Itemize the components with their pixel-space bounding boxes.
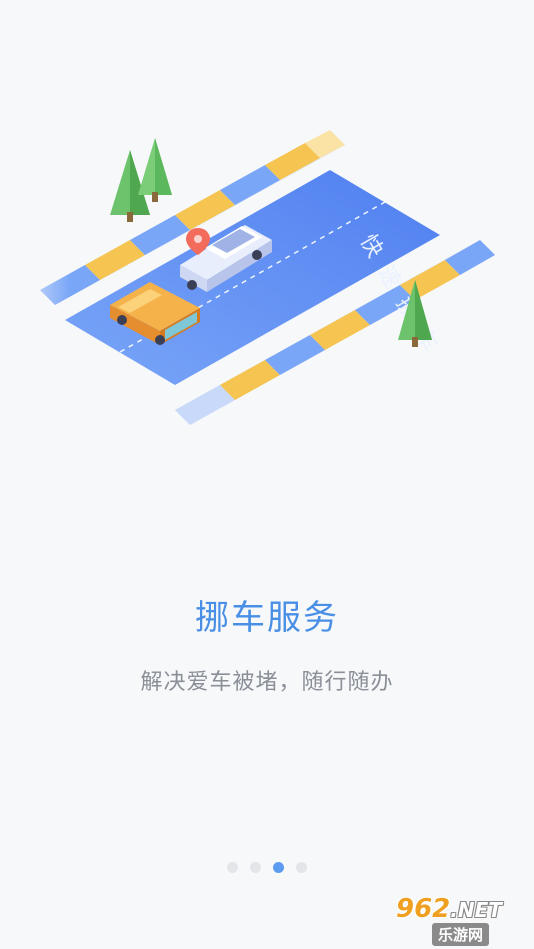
- watermark-label: 乐游网: [432, 923, 490, 946]
- page-indicator: [0, 862, 534, 873]
- page-title: 挪车服务: [195, 598, 339, 638]
- watermark-logo: 962.NET 乐游网: [396, 894, 528, 946]
- parking-illustration: 快速挪车: [0, 130, 495, 425]
- page-subtitle: 解决爱车被堵，随行随办: [140, 670, 394, 695]
- page-dot-2[interactable]: [250, 862, 261, 873]
- onboarding-screen[interactable]: 快速挪车 挪车服务 解决爱车被堵，随行随办 962.NET 乐游网: [0, 0, 534, 949]
- page-dot-3-active[interactable]: [273, 862, 284, 873]
- page-dot-4[interactable]: [296, 862, 307, 873]
- watermark-number: 962: [396, 894, 451, 924]
- page-dot-1[interactable]: [227, 862, 238, 873]
- watermark-domain: .NET: [450, 898, 502, 922]
- tree-left-2: [138, 138, 172, 202]
